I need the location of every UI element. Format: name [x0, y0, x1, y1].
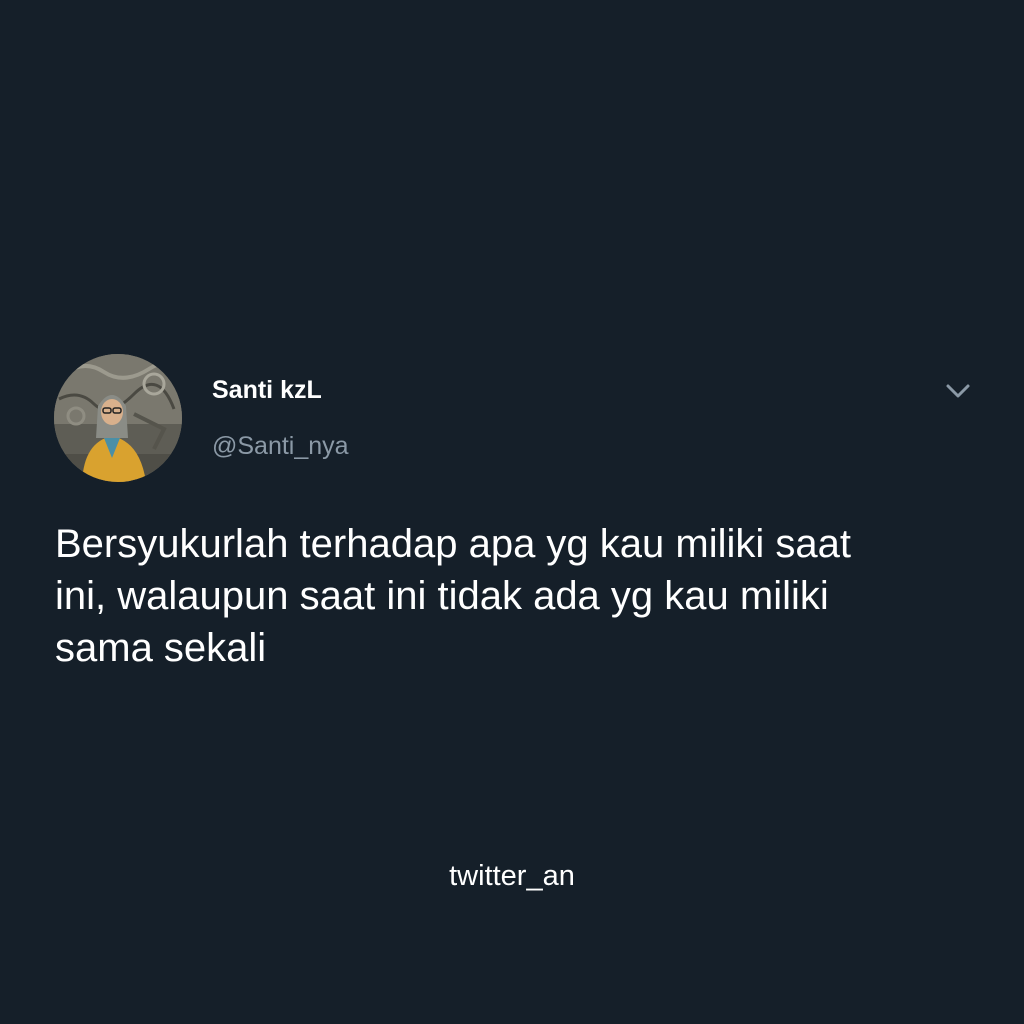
tweet-text-line: sama sekali	[55, 626, 267, 670]
username-handle[interactable]: @Santi_nya	[212, 432, 349, 461]
tweet-card: Santi kzL @Santi_nya Bersyukurlah terhad…	[0, 0, 1024, 1024]
chevron-down-icon[interactable]	[940, 376, 976, 406]
tweet-text: Bersyukurlah terhadap apa yg kau miliki …	[55, 518, 965, 674]
tweet-text-line: Bersyukurlah terhadap apa yg kau miliki …	[55, 522, 851, 566]
watermark-label: twitter_an	[449, 860, 575, 892]
tweet-text-line: ini, walaupun saat ini tidak ada yg kau …	[55, 574, 829, 618]
avatar[interactable]	[54, 354, 182, 482]
avatar-photo	[54, 354, 182, 482]
display-name[interactable]: Santi kzL	[212, 376, 322, 405]
